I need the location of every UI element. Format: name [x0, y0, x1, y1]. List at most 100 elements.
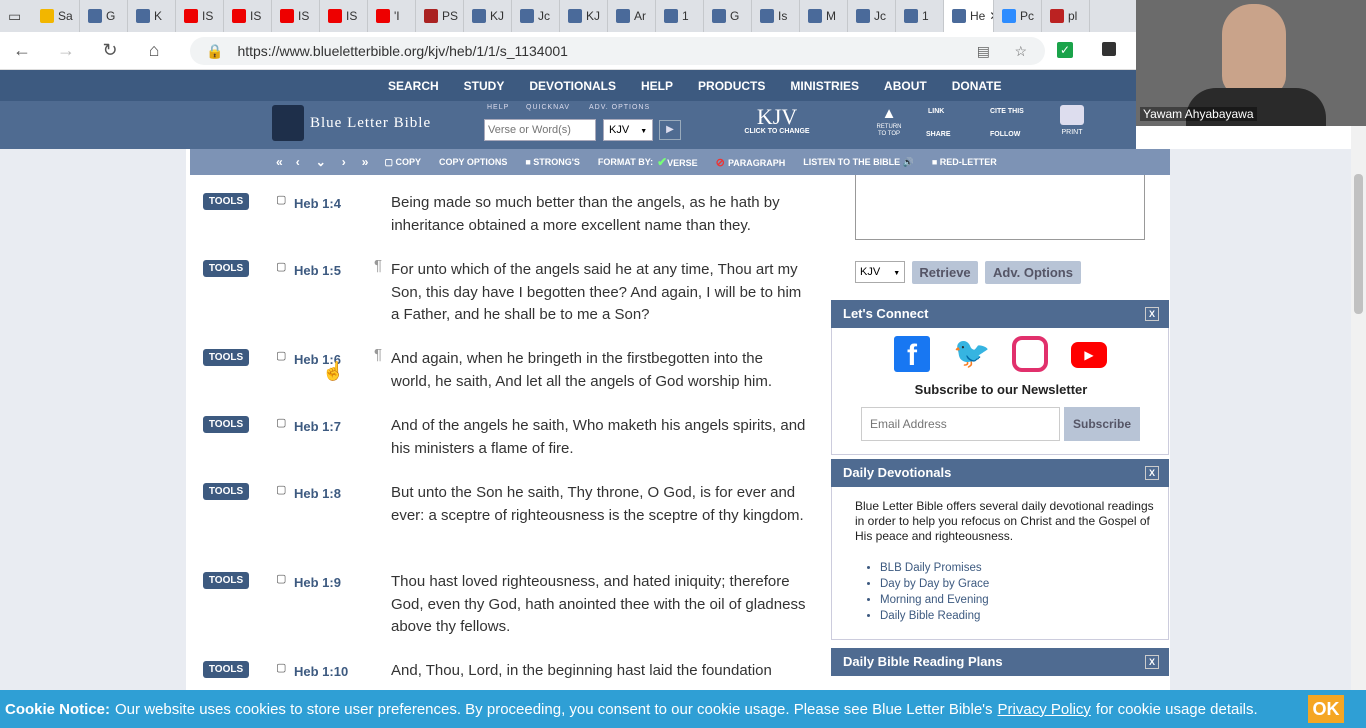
browser-tab[interactable]: Jc	[512, 0, 560, 32]
kjv-change-button[interactable]: KJV CLICK TO CHANGE	[738, 106, 816, 136]
menu-item-donate[interactable]: DONATE	[952, 79, 1002, 93]
verse-ref-link[interactable]: Heb 1:8	[294, 486, 341, 501]
previous-icon[interactable]: ‹	[296, 155, 300, 169]
copy-verse-icon[interactable]: ▢	[276, 349, 286, 362]
url-bar[interactable]: 🔒 https://www.blueletterbible.org/kjv/he…	[190, 37, 1045, 65]
instagram-icon[interactable]	[1012, 336, 1048, 372]
browser-tab[interactable]: G	[80, 0, 128, 32]
browser-tab[interactable]: IS	[224, 0, 272, 32]
verse-ref-link[interactable]: Heb 1:4	[294, 196, 341, 211]
tools-button[interactable]: TOOLS	[203, 260, 249, 277]
browser-tab[interactable]: G	[704, 0, 752, 32]
copy-verse-icon[interactable]: ▢	[276, 416, 286, 429]
menu-item-devotionals[interactable]: DEVOTIONALS	[529, 79, 616, 93]
tools-button[interactable]: TOOLS	[203, 193, 249, 210]
print-button[interactable]: PRINT	[1056, 105, 1088, 136]
tools-button[interactable]: TOOLS	[203, 661, 249, 678]
devotional-link[interactable]: Daily Bible Reading	[880, 608, 989, 624]
copy-button[interactable]: ▢ COPY	[384, 157, 421, 168]
reader-mode-icon[interactable]: ▤	[977, 43, 990, 60]
favorite-star-icon[interactable]: ☆	[1014, 43, 1027, 60]
format-paragraph-option[interactable]: ⊘ PARAGRAPH	[716, 156, 786, 169]
devotional-link[interactable]: Day by Day by Grace	[880, 576, 989, 592]
adv-options-button[interactable]: Adv. Options	[985, 261, 1081, 284]
link-button[interactable]: LINK	[928, 108, 944, 115]
search-textarea[interactable]	[855, 175, 1145, 240]
close-icon[interactable]: X	[1145, 655, 1159, 669]
last-page-icon[interactable]: »	[362, 155, 369, 169]
menu-item-about[interactable]: ABOUT	[884, 79, 927, 93]
scrollbar-thumb[interactable]	[1354, 174, 1363, 314]
retrieve-button[interactable]: Retrieve	[912, 261, 978, 284]
browser-tab[interactable]: PS	[416, 0, 464, 32]
twitter-icon[interactable]: 🐦	[953, 336, 990, 372]
copy-options-button[interactable]: COPY OPTIONS	[439, 157, 507, 167]
browser-tab[interactable]: Jc	[848, 0, 896, 32]
menu-item-study[interactable]: STUDY	[464, 79, 505, 93]
copy-verse-icon[interactable]: ▢	[276, 572, 286, 585]
close-icon[interactable]: X	[1145, 466, 1159, 480]
copy-verse-icon[interactable]: ▢	[276, 661, 286, 674]
browser-tab[interactable]: Is	[752, 0, 800, 32]
browser-tab[interactable]: pl	[1042, 0, 1090, 32]
youtube-icon[interactable]: ▶	[1071, 342, 1107, 368]
search-go-icon[interactable]: ▶	[659, 120, 681, 140]
reload-icon[interactable]: ↻	[88, 40, 132, 61]
browser-tab[interactable]: 1	[896, 0, 944, 32]
extension-icon[interactable]	[1102, 42, 1116, 56]
home-icon[interactable]: ⌂	[132, 40, 176, 61]
devotional-link[interactable]: Morning and Evening	[880, 592, 989, 608]
menu-item-ministries[interactable]: MINISTRIES	[790, 79, 859, 93]
back-icon[interactable]: ←	[0, 40, 44, 61]
scrollbar[interactable]	[1351, 126, 1366, 690]
tab-search-icon[interactable]: ▭	[8, 8, 32, 25]
browser-tab[interactable]: IS	[320, 0, 368, 32]
cite-button[interactable]: CITE THIS	[990, 108, 1024, 115]
sidebar-version-select[interactable]: KJV ▼	[855, 261, 905, 283]
browser-tab[interactable]: IS	[176, 0, 224, 32]
return-to-top-button[interactable]: ▲ RETURN TO TOP	[872, 104, 906, 138]
browser-tab[interactable]: 'I	[368, 0, 416, 32]
browser-tab[interactable]: He✕	[944, 0, 994, 32]
extension-check-icon[interactable]: ✓	[1057, 42, 1073, 58]
devotional-link[interactable]: BLB Daily Promises	[880, 560, 989, 576]
next-icon[interactable]: ›	[342, 155, 346, 169]
red-letter-toggle[interactable]: ■ RED-LETTER	[932, 157, 997, 167]
menu-item-search[interactable]: SEARCH	[388, 79, 439, 93]
tools-button[interactable]: TOOLS	[203, 349, 249, 366]
browser-tab[interactable]: KJ	[464, 0, 512, 32]
browser-tab[interactable]: 1	[656, 0, 704, 32]
menu-item-products[interactable]: PRODUCTS	[698, 79, 765, 93]
email-field[interactable]	[861, 407, 1060, 441]
copy-verse-icon[interactable]: ▢	[276, 260, 286, 273]
tools-button[interactable]: TOOLS	[203, 483, 249, 500]
listen-button[interactable]: LISTEN TO THE BIBLE 🔊	[803, 157, 914, 168]
browser-tab[interactable]: Ar	[608, 0, 656, 32]
share-button[interactable]: SHARE	[926, 131, 951, 138]
copy-verse-icon[interactable]: ▢	[276, 483, 286, 496]
menu-item-help[interactable]: HELP	[641, 79, 673, 93]
browser-tab[interactable]: K	[128, 0, 176, 32]
browser-tab[interactable]: Pc	[994, 0, 1042, 32]
verse-ref-link[interactable]: Heb 1:5	[294, 263, 341, 278]
browser-tab[interactable]: M	[800, 0, 848, 32]
strongs-toggle[interactable]: ■ STRONG'S	[525, 157, 580, 167]
forward-icon[interactable]: →	[44, 40, 88, 61]
follow-button[interactable]: FOLLOW	[990, 131, 1020, 138]
browser-tab[interactable]: IS	[272, 0, 320, 32]
cookie-ok-button[interactable]: OK	[1308, 695, 1344, 723]
version-select[interactable]: KJV ▼	[603, 119, 653, 141]
format-verse-option[interactable]: ✔VERSE	[657, 155, 698, 169]
copy-verse-icon[interactable]: ▢	[276, 193, 286, 206]
subscribe-button[interactable]: Subscribe	[1064, 407, 1140, 441]
first-page-icon[interactable]: «	[276, 155, 283, 169]
verse-ref-link[interactable]: Heb 1:9	[294, 575, 341, 590]
facebook-icon[interactable]: f	[894, 336, 930, 372]
verse-ref-link[interactable]: Heb 1:7	[294, 419, 341, 434]
verse-search-input[interactable]	[484, 119, 596, 141]
tools-button[interactable]: TOOLS	[203, 572, 249, 589]
blb-logo[interactable]: Blue Letter Bible	[272, 105, 431, 141]
verse-ref-link[interactable]: Heb 1:10	[294, 664, 348, 679]
browser-tab[interactable]: KJ	[560, 0, 608, 32]
privacy-policy-link[interactable]: Privacy Policy	[998, 701, 1091, 718]
